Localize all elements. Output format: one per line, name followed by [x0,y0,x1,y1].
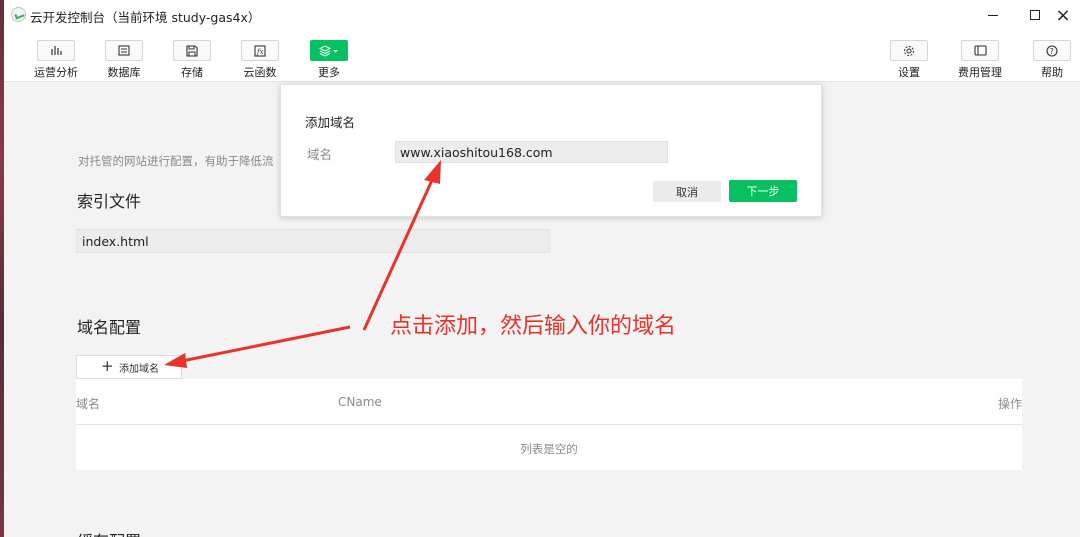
main-toolbar: 运营分析 数据库 存储 fx 云函数 更多 设置 费用管理 ? 帮助 [4,30,1080,82]
toolbar-label: 帮助 [1041,66,1063,79]
window-title: 云开发控制台（当前环境 study-gas4x） [30,10,261,25]
cancel-button[interactable]: 取消 [653,181,721,202]
add-domain-button[interactable]: + 添加域名 [76,355,182,379]
toolbar-label: 存储 [181,66,203,79]
toolbar-item-cloud-functions[interactable]: fx 云函数 [232,30,288,82]
function-icon: fx [241,40,279,61]
index-file-heading: 索引文件 [77,192,142,211]
gear-icon [890,40,928,61]
domain-field-label: 域名 [307,147,333,162]
toolbar-label: 运营分析 [34,66,78,79]
help-icon: ? [1033,40,1071,61]
table-header: 域名 CName 操作 [76,379,1022,425]
next-step-button[interactable]: 下一步 [729,180,797,202]
bar-chart-icon [37,40,75,61]
toolbar-item-more[interactable]: 更多 [301,30,357,82]
toolbar-item-help[interactable]: ? 帮助 [1024,30,1080,82]
close-icon: × [1055,4,1071,26]
table-empty-text: 列表是空的 [520,442,578,456]
add-domain-dialog: 添加域名 域名 取消 下一步 [280,84,822,217]
toolbar-label: 数据库 [107,66,141,79]
column-header-domain: 域名 [76,397,101,411]
column-header-cname: CName [338,395,382,409]
toolbar-item-storage[interactable]: 存储 [164,30,220,82]
plus-icon: + [101,357,114,375]
dialog-title: 添加域名 [305,115,356,130]
layers-icon [310,40,348,61]
domain-config-heading: 域名配置 [77,318,142,337]
minimize-button[interactable] [970,0,1016,30]
billing-icon [961,40,999,61]
column-header-actions: 操作 [998,397,1023,411]
maximize-icon [1030,10,1040,20]
window-titlebar: 云开发控制台（当前环境 study-gas4x） × [4,0,1080,30]
toolbar-item-database[interactable]: 数据库 [96,30,152,82]
close-button[interactable]: × [1040,0,1080,30]
toolbar-item-billing[interactable]: 费用管理 [952,30,1008,82]
toolbar-label: 设置 [898,66,920,79]
svg-text:?: ? [1050,47,1054,56]
cache-config-heading: 缓存配置 [77,528,141,537]
minimize-icon [988,14,998,16]
domain-input[interactable] [395,141,668,163]
toolbar-item-analytics[interactable]: 运营分析 [28,30,84,82]
save-icon [173,40,211,61]
app-logo-icon [11,7,26,22]
toolbar-label: 云函数 [243,66,277,79]
svg-text:fx: fx [256,48,264,56]
index-file-field[interactable]: index.html [76,229,550,253]
toolbar-item-settings[interactable]: 设置 [881,30,937,82]
domain-table: 域名 CName 操作 列表是空的 [76,379,1022,470]
database-icon [105,40,143,61]
toolbar-label: 更多 [318,66,340,79]
tutorial-annotation: 点击添加，然后输入你的域名 [390,314,677,339]
add-domain-label: 添加域名 [119,363,159,375]
page-description: 对托管的网站进行配置，有助于降低流 [78,154,274,168]
toolbar-label: 费用管理 [958,66,1002,79]
